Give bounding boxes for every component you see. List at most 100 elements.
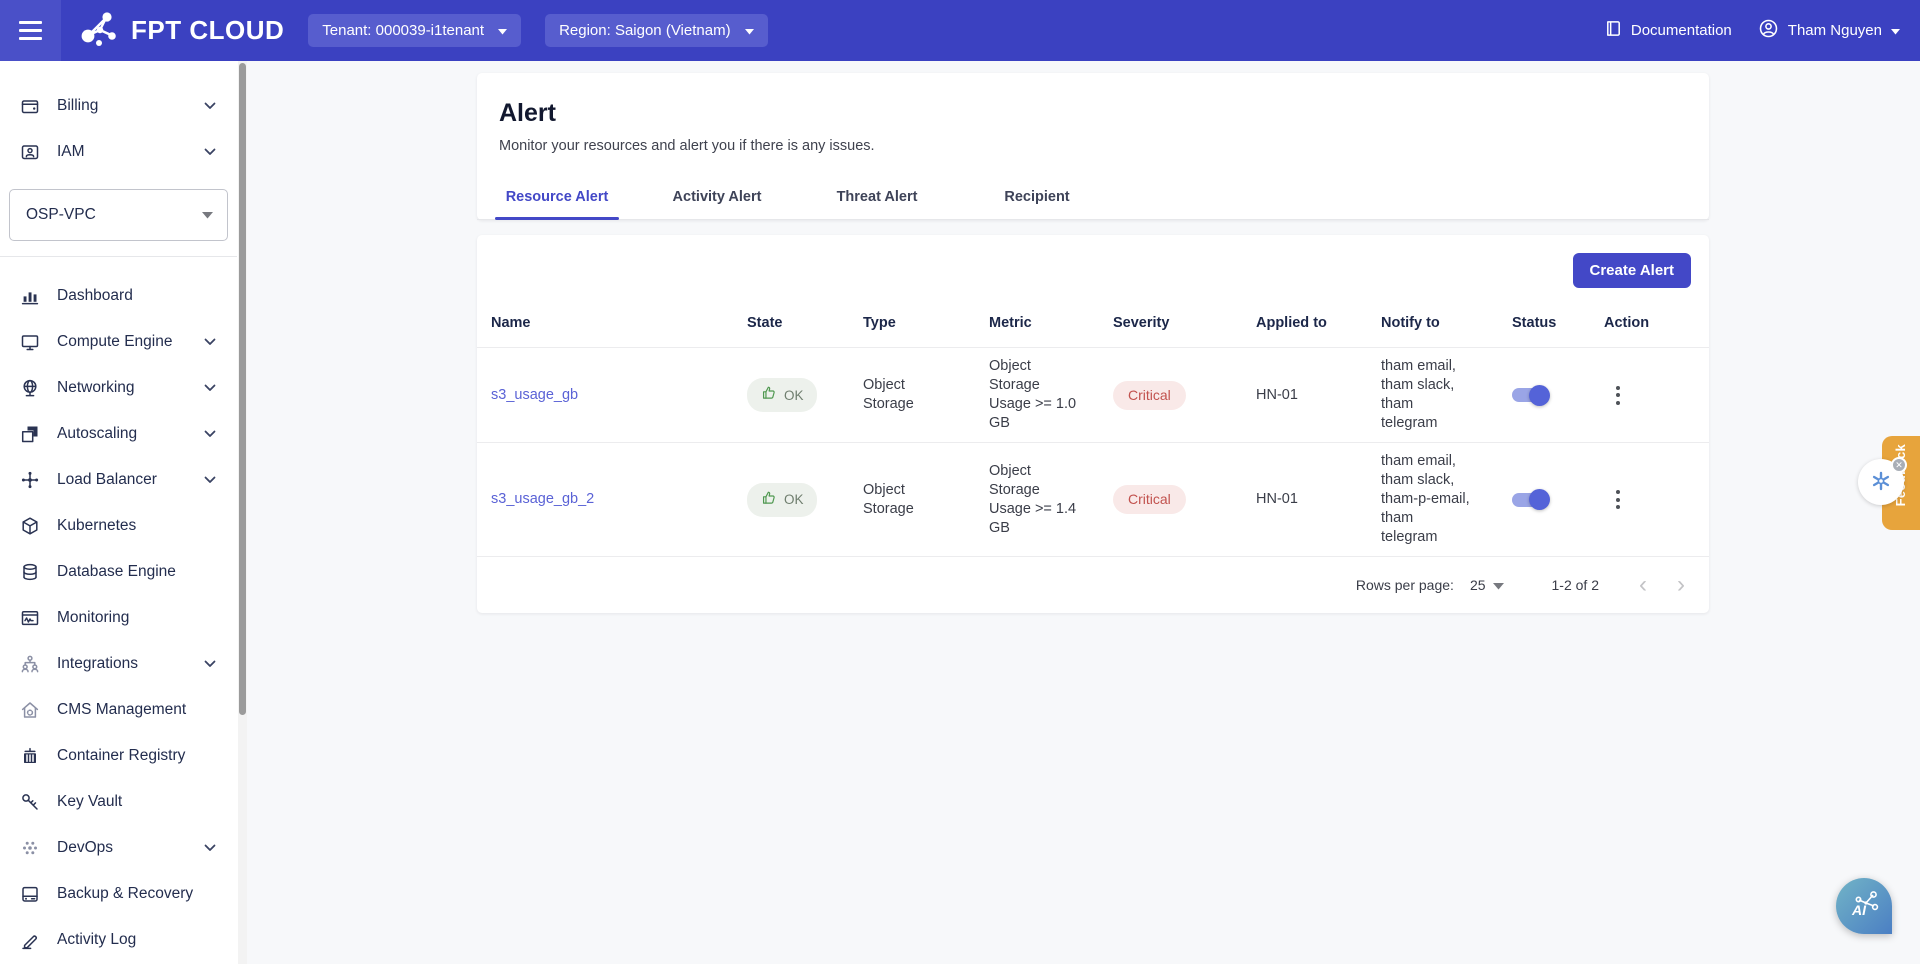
cell-type: Object Storage [849,348,975,442]
column-header-type: Type [849,298,975,347]
sidebar-item-billing[interactable]: Billing [0,83,237,129]
sidebar-item-iam[interactable]: IAM [0,129,237,175]
table-header-row: NameStateTypeMetricSeverityApplied toNot… [477,298,1709,347]
ai-molecule-icon: AI [1846,887,1882,926]
sidebar-item-label: Container Registry [57,747,185,765]
sidebar-item-label: Integrations [57,655,138,673]
rows-per-page-select[interactable]: 25 [1470,577,1504,593]
fpt-cloud-logo[interactable]: FPT CLOUD [77,8,284,53]
logo-text: FPT CLOUD [131,15,284,46]
table-body: s3_usage_gb OK Object Storage Object Sto… [477,347,1709,557]
cell-type: Object Storage [849,443,975,556]
state-label: OK [784,490,804,509]
caret-down-icon [498,22,507,39]
chevron-down-icon [204,430,216,438]
chatbot-button[interactable]: ✕ [1858,459,1904,505]
org-chart-icon [19,654,40,675]
cell-action [1590,443,1708,556]
select-caret-icon [202,206,213,224]
sidebar-item-backup-recovery[interactable]: Backup & Recovery [0,871,237,917]
sidebar-item-compute-engine[interactable]: Compute Engine [0,319,237,365]
tab-label: Threat Alert [837,189,918,205]
cell-severity: Critical [1099,443,1242,556]
column-header-name: Name [477,298,733,347]
cell-status [1498,348,1590,442]
sidebar-item-devops[interactable]: DevOps [0,825,237,871]
kebab-menu-icon[interactable] [1610,380,1626,411]
next-page-button[interactable]: › [1677,573,1685,597]
create-alert-button[interactable]: Create Alert [1573,253,1691,288]
caret-down-icon [1891,22,1900,39]
status-toggle[interactable] [1512,388,1547,402]
sidebar-item-label: Load Balancer [57,471,157,489]
tab-recipient[interactable]: Recipient [957,175,1117,219]
region-label: Region: Saigon (Vietnam) [559,22,731,39]
rows-per-page-label: Rows per page: [1356,577,1454,593]
page-range-label: 1-2 of 2 [1552,577,1599,593]
user-menu[interactable]: Tham Nguyen [1758,18,1900,43]
cell-applied-to: HN-01 [1242,348,1367,442]
sidebar-item-monitoring[interactable]: Monitoring [0,595,237,641]
status-toggle[interactable] [1512,493,1547,507]
vpc-selector[interactable]: OSP-VPC [9,189,228,241]
chevron-down-icon [204,384,216,392]
sidebar-item-label: Kubernetes [57,517,136,535]
tab-activity-alert[interactable]: Activity Alert [637,175,797,219]
sidebar-item-label: Networking [57,379,135,397]
caret-down-icon [745,22,754,39]
previous-page-button[interactable]: ‹ [1639,573,1647,597]
kebab-menu-icon[interactable] [1610,484,1626,515]
page-title: Alert [499,99,1685,128]
sidebar-scrollbar[interactable] [238,61,247,964]
sidebar-item-container-registry[interactable]: Container Registry [0,733,237,779]
tab-label: Activity Alert [673,189,762,205]
cell-status [1498,443,1590,556]
sidebar-item-label: Autoscaling [57,425,137,443]
monitor-icon [19,332,40,353]
select-caret-icon [1493,577,1504,593]
feedback-tab[interactable]: Feedback ✕ [1882,436,1920,530]
alert-table-card: Create Alert NameStateTypeMetricSeverity… [477,235,1709,613]
sidebar-item-activity-log[interactable]: Activity Log [0,917,237,963]
sidebar-item-dashboard[interactable]: Dashboard [0,273,237,319]
tab-threat-alert[interactable]: Threat Alert [797,175,957,219]
scrollbar-thumb[interactable] [239,63,246,715]
cell-state: OK [733,348,849,442]
cell-severity: Critical [1099,348,1242,442]
sidebar-item-database-engine[interactable]: Database Engine [0,549,237,595]
column-header-status: Status [1498,298,1590,347]
sidebar-item-cms-management[interactable]: CMS Management [0,687,237,733]
hamburger-menu-button[interactable] [0,0,61,61]
table-row: s3_usage_gb_2 OK Object Storage Object S… [477,442,1709,557]
sidebar-item-key-vault[interactable]: Key Vault [0,779,237,825]
documentation-link[interactable]: Documentation [1604,19,1732,42]
sidebar-item-label: Backup & Recovery [57,885,193,903]
tab-resource-alert[interactable]: Resource Alert [477,175,637,219]
sidebar-item-load-balancer[interactable]: Load Balancer [0,457,237,503]
column-header-applied-to: Applied to [1242,298,1367,347]
sidebar-item-kubernetes[interactable]: Kubernetes [0,503,237,549]
sidebar: Billing IAM OSP-VPC Dashboard Compute En… [0,61,247,964]
column-header-metric: Metric [975,298,1099,347]
chevron-down-icon [204,660,216,668]
documentation-label: Documentation [1631,22,1732,39]
sidebar-item-label: Compute Engine [57,333,172,351]
key-icon [19,792,40,813]
cell-metric: Object Storage Usage >= 1.4 GB [975,443,1099,556]
ai-assistant-button[interactable]: AI [1836,878,1892,934]
alert-name-link[interactable]: s3_usage_gb [491,386,578,405]
alert-name-link[interactable]: s3_usage_gb_2 [491,490,594,509]
page-subtitle: Monitor your resources and alert you if … [499,138,1685,154]
close-icon[interactable]: ✕ [1891,457,1907,473]
region-selector[interactable]: Region: Saigon (Vietnam) [545,14,768,47]
cell-name: s3_usage_gb_2 [477,443,733,556]
cell-notify-to: tham email, tham slack, tham telegram [1367,348,1498,442]
alert-header-card: Alert Monitor your resources and alert y… [477,73,1709,220]
tenant-selector[interactable]: Tenant: 000039-i1tenant [308,14,521,47]
tab-label: Recipient [1004,189,1069,205]
molecule-icon [77,8,121,53]
sidebar-item-integrations[interactable]: Integrations [0,641,237,687]
sidebar-item-label: CMS Management [57,701,186,719]
sidebar-item-autoscaling[interactable]: Autoscaling [0,411,237,457]
sidebar-item-networking[interactable]: Networking [0,365,237,411]
